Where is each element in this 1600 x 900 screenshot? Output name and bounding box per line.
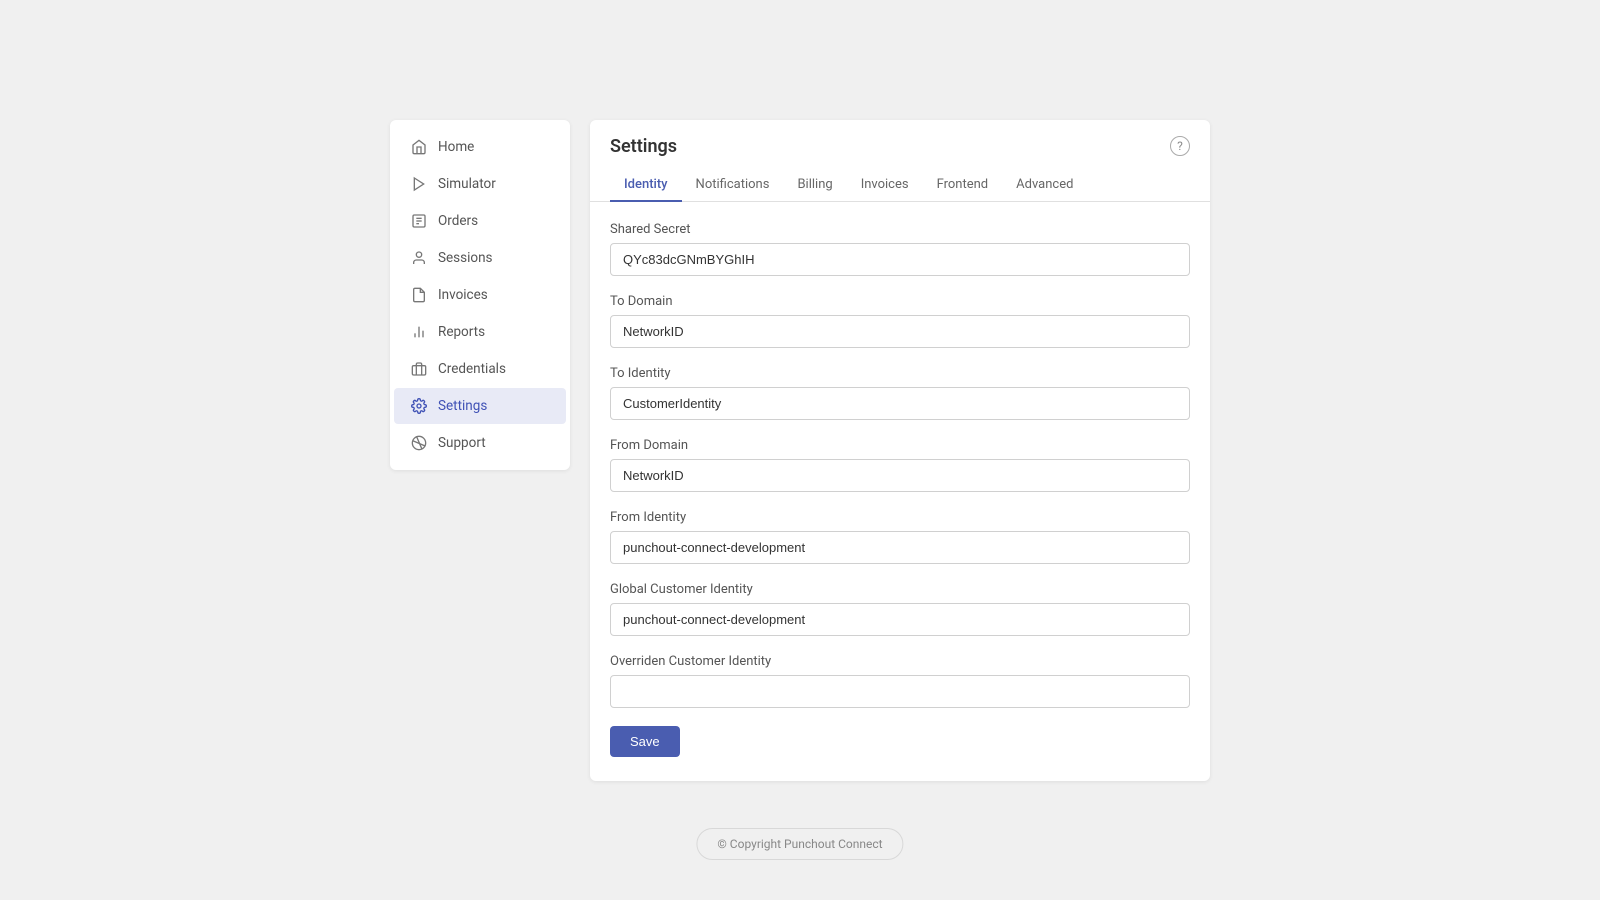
simulator-icon — [410, 175, 428, 193]
global-customer-identity-input[interactable] — [610, 603, 1190, 636]
to-identity-label: To Identity — [610, 366, 1190, 381]
global-customer-identity-label: Global Customer Identity — [610, 582, 1190, 597]
to-domain-group: To Domain — [610, 294, 1190, 348]
tab-advanced[interactable]: Advanced — [1002, 169, 1087, 202]
sidebar-item-invoices[interactable]: Invoices — [394, 277, 566, 313]
sidebar-item-settings[interactable]: Settings — [394, 388, 566, 424]
tab-invoices[interactable]: Invoices — [847, 169, 923, 202]
sidebar-label-home: Home — [438, 139, 474, 155]
main-container: Home Simulator — [390, 120, 1210, 781]
invoices-icon — [410, 286, 428, 304]
sessions-icon — [410, 249, 428, 267]
sidebar-label-invoices: Invoices — [438, 287, 488, 303]
home-icon — [410, 138, 428, 156]
footer-copyright: © Copyright Punchout Connect — [696, 828, 903, 860]
tab-identity[interactable]: Identity — [610, 169, 682, 202]
tab-billing[interactable]: Billing — [783, 169, 846, 202]
from-identity-label: From Identity — [610, 510, 1190, 525]
sidebar-label-reports: Reports — [438, 324, 485, 340]
to-identity-group: To Identity — [610, 366, 1190, 420]
orders-icon — [410, 212, 428, 230]
reports-icon — [410, 323, 428, 341]
shared-secret-input[interactable] — [610, 243, 1190, 276]
sidebar: Home Simulator — [390, 120, 570, 470]
from-domain-label: From Domain — [610, 438, 1190, 453]
to-identity-input[interactable] — [610, 387, 1190, 420]
main-panel: Settings ? Identity Notifications Billin… — [590, 120, 1210, 781]
sidebar-label-sessions: Sessions — [438, 250, 493, 266]
settings-icon — [410, 397, 428, 415]
overriden-customer-identity-input[interactable] — [610, 675, 1190, 708]
page-title: Settings — [610, 136, 677, 157]
sidebar-item-support[interactable]: Support — [394, 425, 566, 461]
sidebar-label-credentials: Credentials — [438, 361, 506, 377]
sidebar-label-settings: Settings — [438, 398, 487, 414]
sidebar-label-support: Support — [438, 435, 486, 451]
overriden-customer-identity-label: Overriden Customer Identity — [610, 654, 1190, 669]
tab-notifications[interactable]: Notifications — [682, 169, 784, 202]
page-wrapper: Home Simulator — [0, 0, 1600, 900]
sidebar-item-credentials[interactable]: Credentials — [394, 351, 566, 387]
shared-secret-label: Shared Secret — [610, 222, 1190, 237]
shared-secret-group: Shared Secret — [610, 222, 1190, 276]
tab-frontend[interactable]: Frontend — [923, 169, 1003, 202]
from-identity-group: From Identity — [610, 510, 1190, 564]
sidebar-item-simulator[interactable]: Simulator — [394, 166, 566, 202]
save-button[interactable]: Save — [610, 726, 680, 757]
sidebar-label-orders: Orders — [438, 213, 478, 229]
credentials-icon — [410, 360, 428, 378]
to-domain-label: To Domain — [610, 294, 1190, 309]
form-content: Shared Secret To Domain To Identity From… — [590, 202, 1210, 781]
sidebar-item-orders[interactable]: Orders — [394, 203, 566, 239]
from-identity-input[interactable] — [610, 531, 1190, 564]
global-customer-identity-group: Global Customer Identity — [610, 582, 1190, 636]
sidebar-label-simulator: Simulator — [438, 176, 496, 192]
from-domain-input[interactable] — [610, 459, 1190, 492]
overriden-customer-identity-group: Overriden Customer Identity — [610, 654, 1190, 708]
settings-header: Settings ? — [590, 120, 1210, 157]
sidebar-item-home[interactable]: Home — [394, 129, 566, 165]
tabs-container: Identity Notifications Billing Invoices … — [590, 169, 1210, 202]
sidebar-item-sessions[interactable]: Sessions — [394, 240, 566, 276]
support-icon — [410, 434, 428, 452]
sidebar-item-reports[interactable]: Reports — [394, 314, 566, 350]
from-domain-group: From Domain — [610, 438, 1190, 492]
to-domain-input[interactable] — [610, 315, 1190, 348]
help-icon[interactable]: ? — [1170, 136, 1190, 156]
